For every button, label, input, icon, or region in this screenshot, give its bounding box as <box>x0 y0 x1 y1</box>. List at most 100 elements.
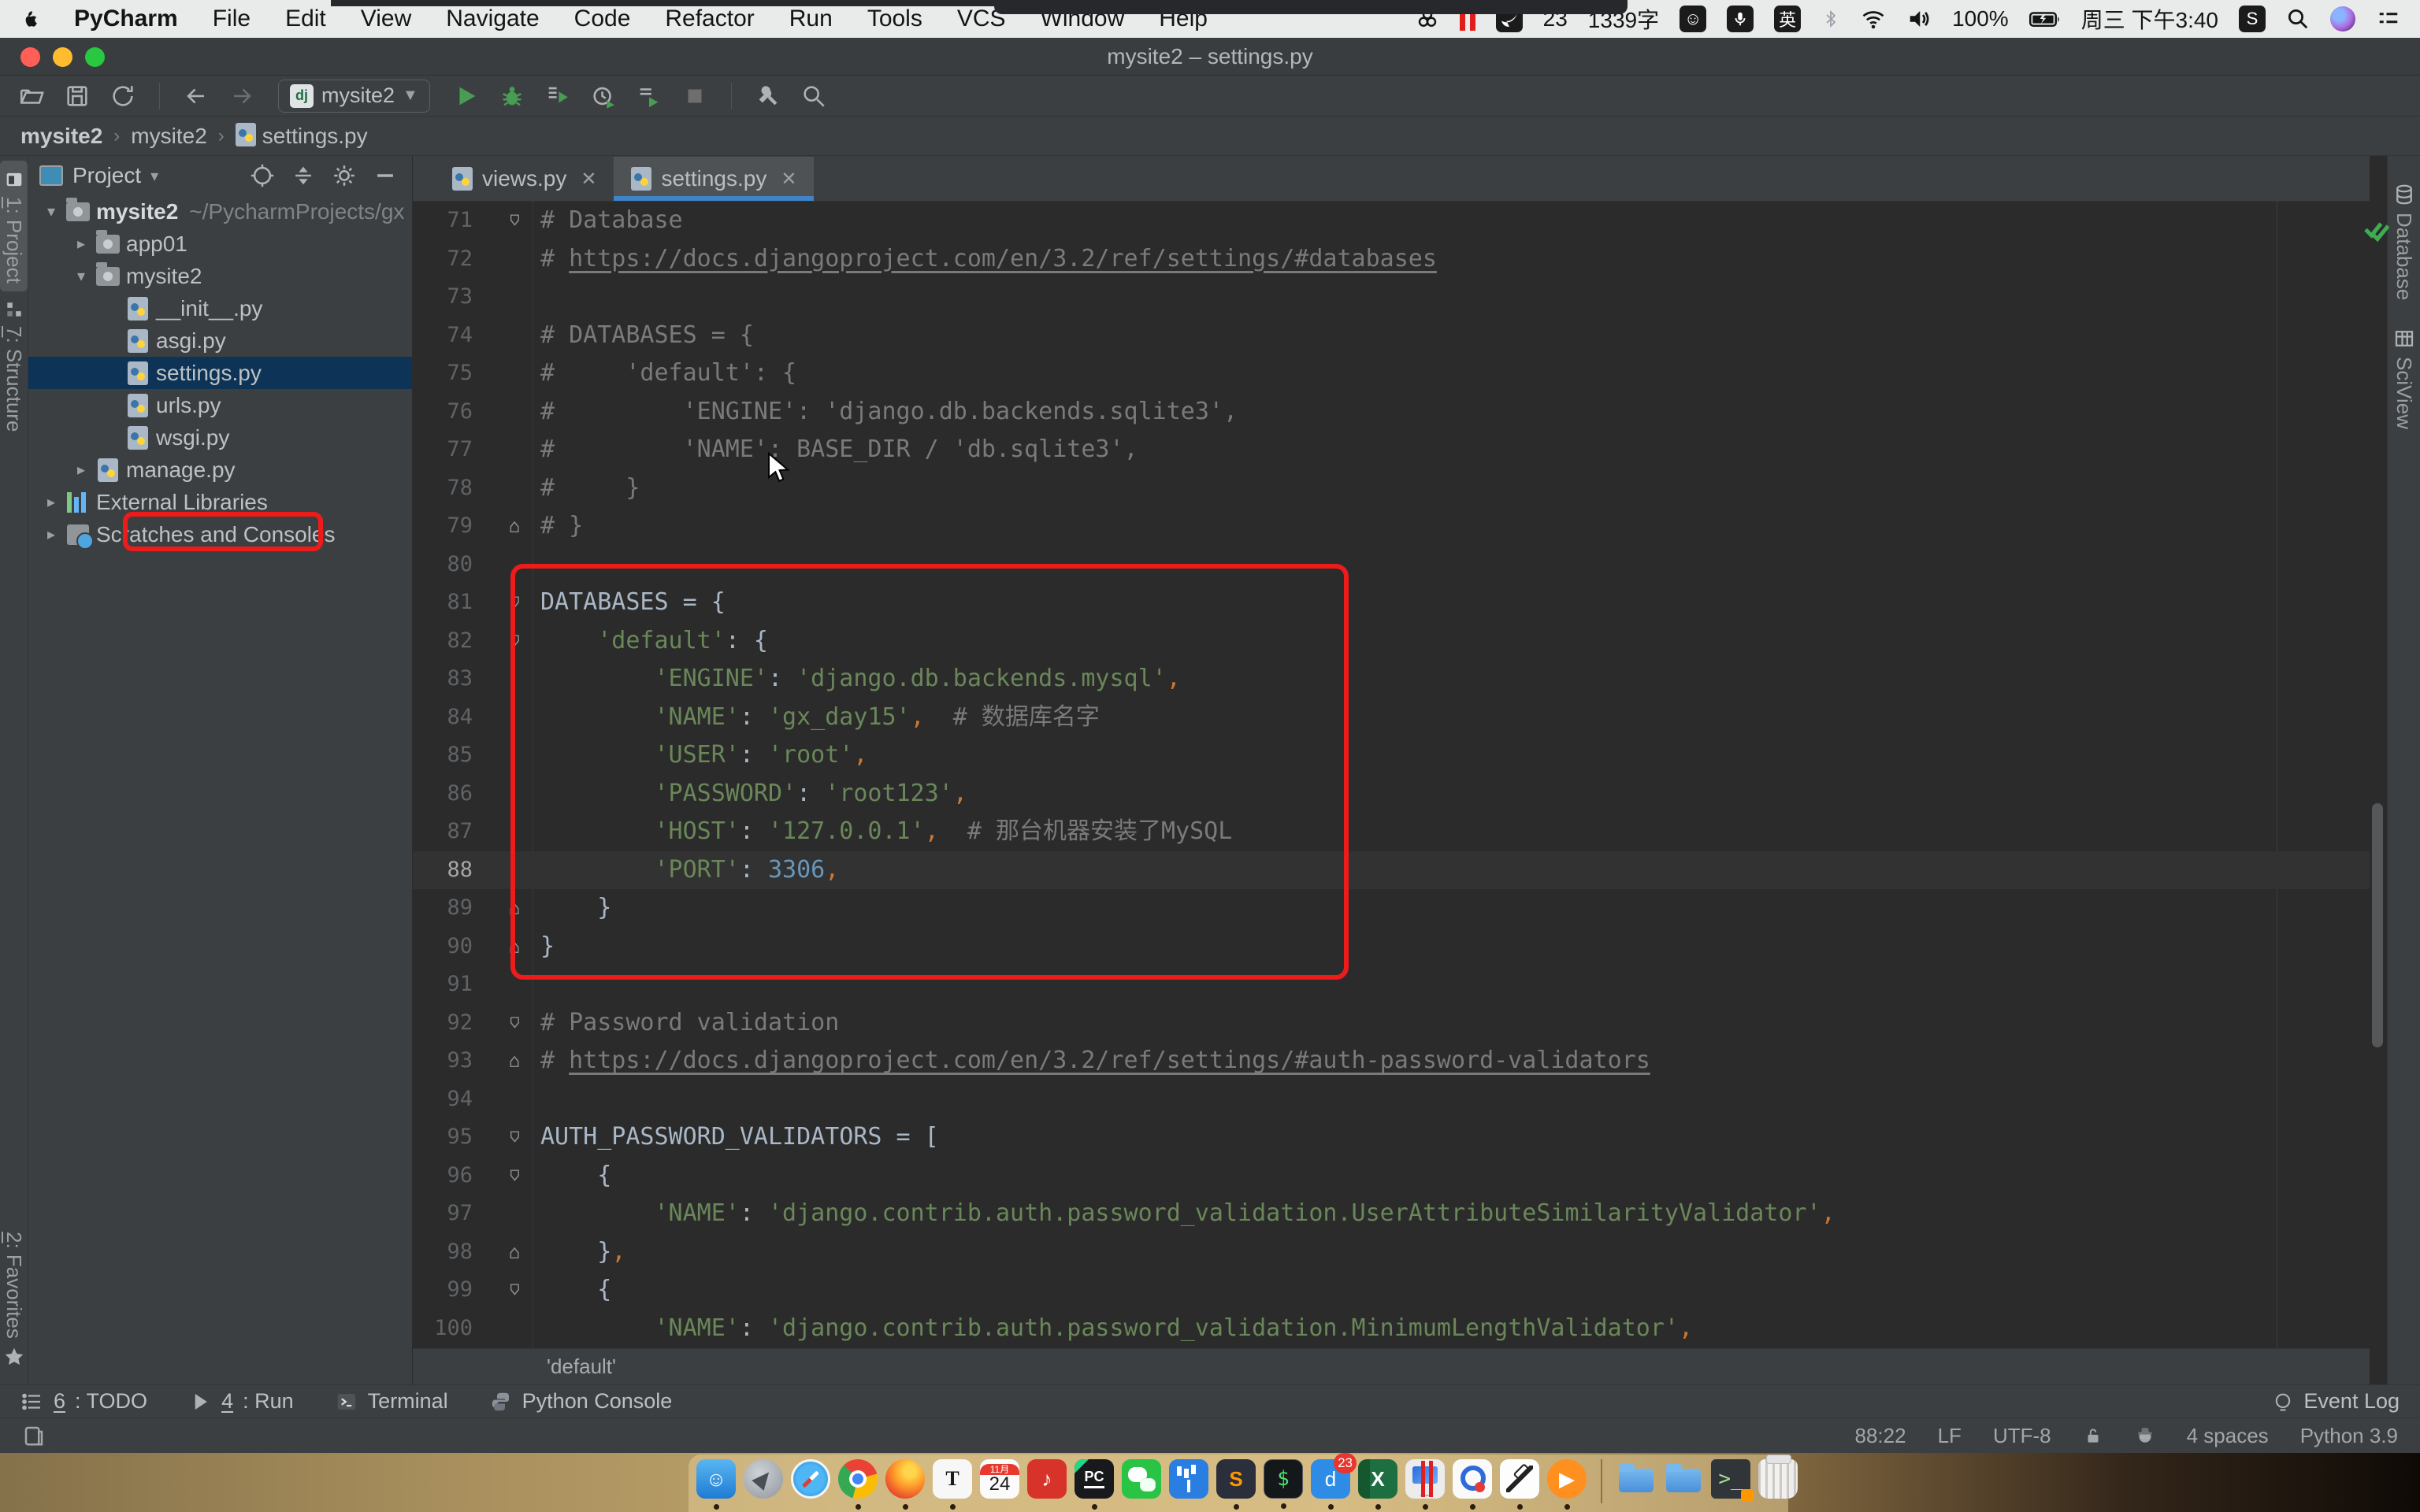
dock-app-trash[interactable] <box>1758 1459 1798 1499</box>
code-line-85[interactable]: 85 'USER': 'root', <box>413 736 2370 775</box>
play-button[interactable] <box>449 80 484 112</box>
input-language-indicator[interactable]: 英 <box>1774 6 1801 32</box>
code-line-84[interactable]: 84 'NAME': 'gx_day15', # 数据库名字 <box>413 699 2370 737</box>
dock-app-rings[interactable] <box>1453 1459 1492 1499</box>
dock-app-typora[interactable]: T <box>933 1459 972 1499</box>
tree-item-app01[interactable]: ▸ app01 <box>28 228 412 260</box>
dock-app-dingtalk[interactable]: d 23 <box>1311 1459 1350 1499</box>
code-line-81[interactable]: 81⌂DATABASES = { <box>413 584 2370 622</box>
code-editor[interactable]: 71⌂# Database72# https://docs.djangoproj… <box>413 202 2370 1348</box>
dock-app-sublime-text[interactable]: S <box>1216 1459 1256 1499</box>
menubar-clock[interactable]: 周三 下午3:40 <box>2081 3 2218 35</box>
code-line-87[interactable]: 87 'HOST': '127.0.0.1', # 那台机器安装了MySQL <box>413 813 2370 851</box>
rerun-button[interactable] <box>632 80 666 112</box>
fold-marker-icon[interactable]: ⌂ <box>509 1233 520 1272</box>
apple-menu-icon[interactable] <box>19 7 39 31</box>
tree-expand-icon[interactable]: ▸ <box>39 524 63 544</box>
tree-item-asgi-py[interactable]: asgi.py <box>28 324 412 357</box>
save-button[interactable] <box>60 80 95 112</box>
dictation-mic-icon[interactable] <box>1727 6 1754 32</box>
code-line-76[interactable]: 76# 'ENGINE': 'django.db.backends.sqlite… <box>413 393 2370 432</box>
debug-button[interactable] <box>495 80 529 112</box>
code-line-96[interactable]: 96⌂ { <box>413 1157 2370 1195</box>
dock-app-netease-music[interactable]: ♪ <box>1027 1459 1067 1499</box>
code-line-97[interactable]: 97 'NAME': 'django.contrib.auth.password… <box>413 1195 2370 1233</box>
panel-settings-button[interactable] <box>328 160 360 191</box>
tab-settings.py[interactable]: settings.py ✕ <box>614 157 814 201</box>
status-line-separator[interactable]: LF <box>1938 1424 1962 1448</box>
tree-item--init-py[interactable]: __init__.py <box>28 292 412 324</box>
editor-breadcrumb-item[interactable]: 'default' <box>547 1354 616 1379</box>
code-line-80[interactable]: 80 <box>413 546 2370 584</box>
profiler-button[interactable] <box>586 80 621 112</box>
lock-icon[interactable] <box>2083 1425 2103 1446</box>
tab-views.py[interactable]: views.py ✕ <box>435 157 614 201</box>
stop-button[interactable] <box>677 80 712 112</box>
fold-marker-icon[interactable]: ⌂ <box>509 1271 520 1310</box>
code-line-73[interactable]: 73 <box>413 278 2370 317</box>
code-line-78[interactable]: 78# } <box>413 469 2370 508</box>
code-line-72[interactable]: 72# https://docs.djangoproject.com/en/3.… <box>413 240 2370 279</box>
forward-button[interactable] <box>225 80 259 112</box>
code-line-75[interactable]: 75# 'default': { <box>413 354 2370 393</box>
code-line-94[interactable]: 94 <box>413 1080 2370 1119</box>
stripe-button-database[interactable]: Database <box>2390 175 2418 308</box>
code-line-77[interactable]: 77# 'NAME': BASE_DIR / 'db.sqlite3', <box>413 431 2370 469</box>
breadcrumb-item[interactable]: mysite2 <box>20 124 102 149</box>
dock-app-wechat[interactable] <box>1122 1459 1161 1499</box>
close-window-button[interactable] <box>20 47 40 67</box>
menu-view[interactable]: View <box>361 6 411 32</box>
code-line-71[interactable]: 71⌂# Database <box>413 202 2370 240</box>
stripe-button-project[interactable]: 1: Project <box>0 161 28 291</box>
dock-app-keynote[interactable] <box>1169 1459 1208 1499</box>
code-line-101[interactable]: 101⌂ }, <box>413 1347 2370 1348</box>
tree-expand-icon[interactable]: ▸ <box>69 234 93 254</box>
stripe-button-sciview[interactable]: SciView <box>2390 319 2418 437</box>
zoom-window-button[interactable] <box>85 47 105 67</box>
stripe-button-favorites[interactable]: 2: Favorites <box>0 1224 28 1377</box>
status-caret-position[interactable]: 88:22 <box>1855 1424 1906 1448</box>
scrollbar-thumb[interactable] <box>2372 803 2383 1047</box>
notification-center-icon[interactable] <box>2376 7 2401 31</box>
dock-app-terminal[interactable]: $ <box>1264 1459 1303 1499</box>
tree-item-settings-py[interactable]: settings.py <box>28 357 412 389</box>
toolwindow-button-terminal[interactable]: Terminal <box>335 1389 448 1414</box>
fold-marker-icon[interactable]: ⌂ <box>509 584 520 622</box>
close-icon[interactable]: ✕ <box>781 168 796 191</box>
code-line-86[interactable]: 86 'PASSWORD': 'root123', <box>413 775 2370 813</box>
dock-app-folder-documents[interactable] <box>1616 1459 1656 1499</box>
menu-pycharm[interactable]: PyCharm <box>74 6 178 32</box>
dock-app-safari[interactable] <box>791 1459 830 1499</box>
toolwindow-button-run[interactable]: 4: Run <box>188 1389 294 1414</box>
menu-refactor[interactable]: Refactor <box>665 6 754 32</box>
dock-app-parallels[interactable] <box>1405 1459 1445 1499</box>
bluetooth-icon[interactable] <box>1821 7 1840 31</box>
fold-marker-icon[interactable]: ⌂ <box>509 1347 520 1348</box>
fold-marker-icon[interactable]: ⌂ <box>509 202 520 240</box>
code-line-88[interactable]: 88 'PORT': 3306, <box>413 851 2370 890</box>
dock-app-pycharm[interactable]: PC <box>1075 1459 1114 1499</box>
tree-item-wsgi-py[interactable]: wsgi.py <box>28 421 412 454</box>
fold-marker-icon[interactable]: ⌂ <box>509 1118 520 1157</box>
code-line-100[interactable]: 100 'NAME': 'django.contrib.auth.passwor… <box>413 1310 2370 1348</box>
toolwindow-button-todo[interactable]: 6: TODO <box>20 1389 147 1414</box>
tree-item-urls-py[interactable]: urls.py <box>28 389 412 421</box>
dock-app-terminal-window[interactable]: >_ <box>1711 1459 1750 1499</box>
dock-app-folder-windows[interactable] <box>1664 1459 1703 1499</box>
menu-file[interactable]: File <box>213 6 251 32</box>
battery-icon[interactable] <box>2029 7 2061 31</box>
fold-marker-icon[interactable]: ⌂ <box>509 1042 520 1080</box>
dock-app-finder[interactable]: ☺ <box>696 1459 736 1499</box>
close-icon[interactable]: ✕ <box>581 168 596 191</box>
wrench-button[interactable] <box>751 80 785 112</box>
wifi-icon[interactable] <box>1861 7 1886 31</box>
code-line-99[interactable]: 99⌂ { <box>413 1271 2370 1310</box>
tree-item-mysite2[interactable]: ▾ mysite2 <box>28 260 412 292</box>
code-line-92[interactable]: 92⌂# Password validation <box>413 1004 2370 1043</box>
chevron-down-icon[interactable]: ▾ <box>150 166 158 186</box>
dock-app-firefox[interactable] <box>885 1459 925 1499</box>
editor-scrollbar[interactable] <box>2370 156 2387 1384</box>
spotlight-search-icon[interactable] <box>2286 7 2310 31</box>
fold-marker-icon[interactable]: ⌂ <box>509 928 520 966</box>
menu-code[interactable]: Code <box>574 6 631 32</box>
